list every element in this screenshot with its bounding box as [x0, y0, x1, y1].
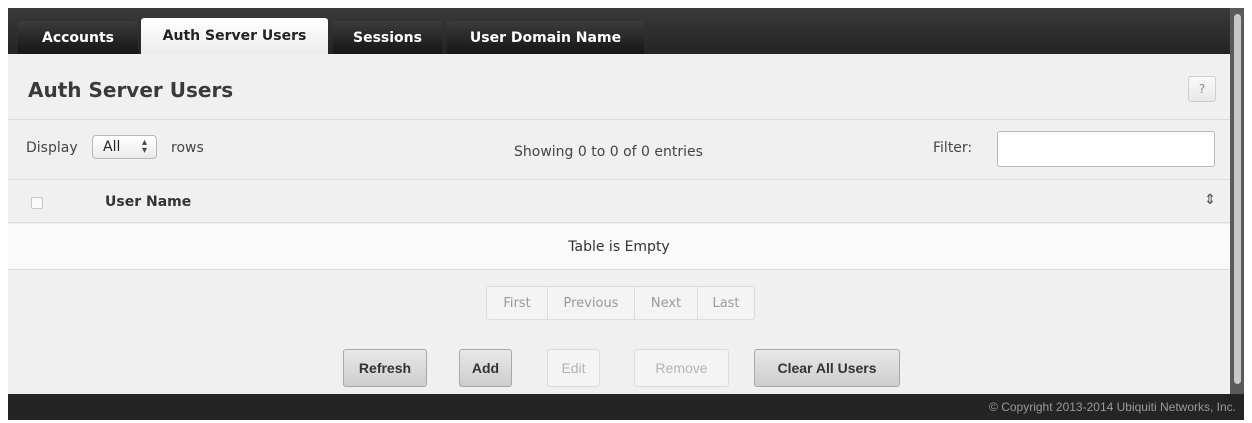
filter-label: Filter:: [933, 140, 973, 156]
auth-server-users-panel: Auth Server Users ? Display All ▴ ▾ rows …: [8, 54, 1230, 394]
select-all-checkbox[interactable]: [31, 197, 43, 209]
page-title: Auth Server Users: [28, 78, 234, 102]
edit-button[interactable]: Edit: [547, 349, 600, 387]
app-frame: Accounts Auth Server Users Sessions User…: [8, 8, 1244, 420]
rows-per-page-select[interactable]: All ▴ ▾: [92, 135, 157, 159]
empty-message: Table is Empty: [568, 238, 670, 255]
tab-sessions[interactable]: Sessions: [333, 21, 442, 54]
sort-icon[interactable]: ⇕: [1204, 192, 1216, 208]
help-icon: ?: [1198, 82, 1206, 96]
entries-info: Showing 0 to 0 of 0 entries: [514, 144, 703, 160]
refresh-button[interactable]: Refresh: [343, 349, 427, 387]
filter-input[interactable]: [997, 131, 1215, 167]
previous-page-button[interactable]: Previous: [547, 286, 635, 320]
help-button[interactable]: ?: [1188, 76, 1216, 102]
select-arrows-icon: ▴ ▾: [141, 137, 147, 156]
footer: © Copyright 2013-2014 Ubiquiti Networks,…: [8, 394, 1244, 420]
column-header-user-name[interactable]: User Name: [105, 194, 191, 210]
rows-label: rows: [171, 140, 204, 156]
last-page-button[interactable]: Last: [697, 286, 755, 320]
first-page-button[interactable]: First: [486, 286, 548, 320]
table-empty-row: Table is Empty: [8, 224, 1230, 270]
tab-bar: Accounts Auth Server Users Sessions User…: [8, 8, 1244, 54]
copyright-text: © Copyright 2013-2014 Ubiquiti Networks,…: [989, 400, 1236, 414]
tab-user-domain-name[interactable]: User Domain Name: [447, 21, 644, 54]
display-label: Display: [26, 140, 78, 156]
table-header: User Name ⇕: [8, 181, 1230, 223]
tab-accounts[interactable]: Accounts: [18, 21, 138, 54]
next-page-button[interactable]: Next: [634, 286, 698, 320]
pagination: First Previous Next Last: [486, 286, 755, 320]
scrollbar-thumb[interactable]: [1234, 14, 1241, 384]
rows-per-page-value: All: [103, 139, 121, 155]
tab-auth-server-users[interactable]: Auth Server Users: [141, 18, 328, 54]
scrollbar[interactable]: [1230, 8, 1244, 394]
add-button[interactable]: Add: [459, 349, 512, 387]
remove-button[interactable]: Remove: [634, 349, 729, 387]
clear-all-users-button[interactable]: Clear All Users: [754, 349, 900, 387]
panel-header: Auth Server Users ?: [8, 54, 1230, 120]
table-controls: Display All ▴ ▾ rows Showing 0 to 0 of 0 …: [8, 120, 1230, 180]
